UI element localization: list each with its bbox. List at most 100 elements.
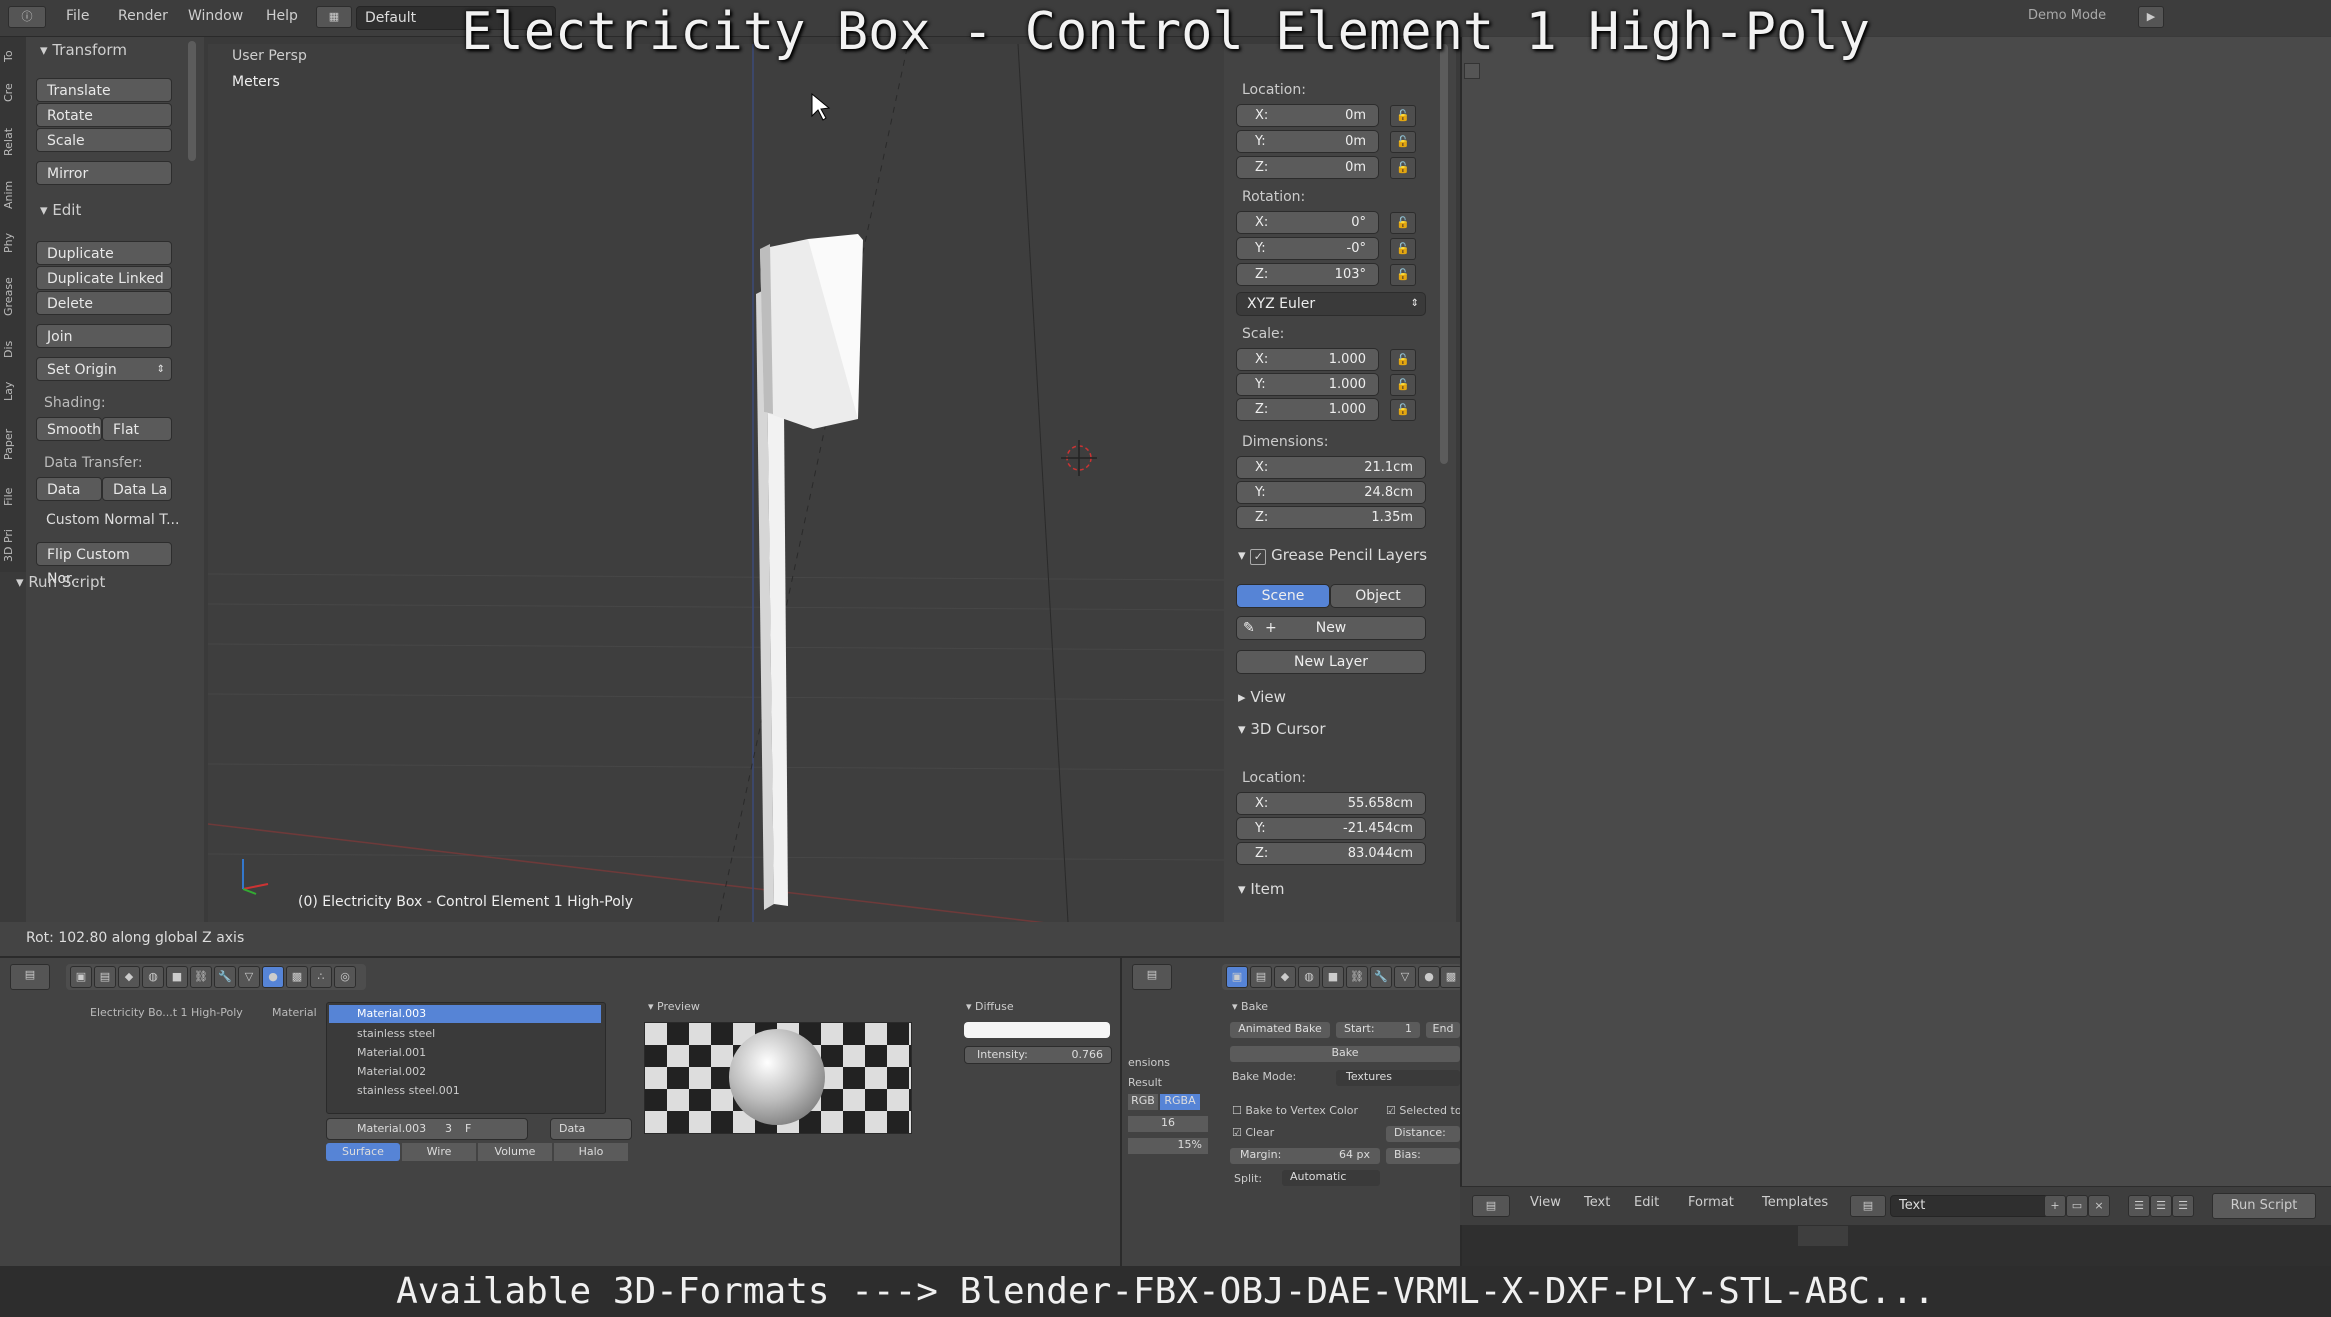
delete-button[interactable]: Delete bbox=[36, 291, 172, 315]
duplicate-linked-button[interactable]: Duplicate Linked bbox=[36, 266, 172, 290]
animated-bake-button[interactable]: Animated Bake bbox=[1230, 1022, 1330, 1038]
flip-custom-normals-button[interactable]: Flip Custom Nor... bbox=[36, 542, 172, 587]
scene-icon[interactable]: ◆ bbox=[1274, 966, 1296, 988]
scale-z-field[interactable]: Z: 1.000 bbox=[1236, 398, 1379, 421]
run-script-button[interactable]: Run Script bbox=[2212, 1193, 2316, 1219]
data-layout-button[interactable]: Data La bbox=[102, 477, 172, 501]
rotation-mode-select[interactable]: XYZ Euler ⇕ bbox=[1236, 292, 1426, 316]
split-select[interactable]: Automatic bbox=[1282, 1170, 1380, 1186]
flat-button[interactable]: Flat bbox=[102, 417, 172, 441]
particles-icon[interactable]: ∴ bbox=[310, 966, 332, 988]
lock-icon[interactable]: 🔓 bbox=[1390, 131, 1416, 153]
custom-normal-button[interactable]: Custom Normal T... bbox=[46, 512, 179, 528]
checkbox-checked-icon[interactable]: ✓ bbox=[1250, 549, 1267, 565]
edit-panel-header[interactable]: ▾ Edit bbox=[40, 201, 81, 219]
menu-format[interactable]: Format bbox=[1688, 1195, 1734, 1210]
new-layer-button[interactable]: New Layer bbox=[1236, 650, 1426, 674]
world-icon[interactable]: ◍ bbox=[142, 966, 164, 988]
lock-icon[interactable]: 🔓 bbox=[1390, 157, 1416, 179]
diffuse-panel-header[interactable]: ▾ Diffuse bbox=[966, 1000, 1014, 1013]
modifiers-icon[interactable]: 🔧 bbox=[1370, 966, 1392, 988]
render-icon[interactable]: ▣ bbox=[70, 966, 92, 988]
compression-field[interactable]: 15% bbox=[1128, 1138, 1208, 1154]
color-depth-field[interactable]: 16 bbox=[1128, 1116, 1208, 1132]
data-icon[interactable]: ▽ bbox=[238, 966, 260, 988]
item-panel-header[interactable]: ▾ Item bbox=[1238, 880, 1284, 898]
list-item[interactable]: Material.001 bbox=[357, 1046, 426, 1059]
text-name-field[interactable]: Text bbox=[1890, 1195, 2060, 1217]
layers-icon[interactable]: ▤ bbox=[1250, 966, 1272, 988]
end-field[interactable]: End bbox=[1426, 1022, 1460, 1038]
tab-paper[interactable]: Paper bbox=[2, 415, 22, 473]
fake-user-toggle[interactable]: F bbox=[465, 1122, 471, 1135]
material-icon[interactable]: ● bbox=[1418, 966, 1440, 988]
editor-type-icon[interactable]: ▤ bbox=[10, 964, 50, 990]
bake-vertex-checkbox[interactable]: ☐ Bake to Vertex Color bbox=[1232, 1104, 1358, 1117]
lock-icon[interactable]: 🔓 bbox=[1390, 264, 1416, 286]
new-grease-pencil-button[interactable]: ✎ + New bbox=[1236, 616, 1426, 640]
set-origin-select[interactable]: Set Origin ⇕ bbox=[36, 357, 172, 381]
lock-icon[interactable]: 🔓 bbox=[1390, 399, 1416, 421]
tab-display[interactable]: Dis bbox=[2, 331, 22, 367]
distance-field[interactable]: Distance: bbox=[1386, 1126, 1460, 1142]
syntax-highlight-icon[interactable]: ☰ bbox=[2172, 1195, 2194, 1217]
join-button[interactable]: Join bbox=[36, 324, 172, 348]
list-item[interactable]: stainless steel.001 bbox=[357, 1084, 460, 1097]
mirror-button[interactable]: Mirror bbox=[36, 161, 172, 185]
render-icon[interactable]: ▣ bbox=[1226, 966, 1248, 988]
rgb-toggle[interactable]: RGB bbox=[1128, 1094, 1158, 1110]
cursor-z-field[interactable]: Z: 83.044cm bbox=[1236, 842, 1426, 865]
editor-type-icon[interactable]: ▤ bbox=[1472, 1195, 1510, 1217]
rotation-y-field[interactable]: Y: -0° bbox=[1236, 237, 1379, 260]
bias-field[interactable]: Bias: bbox=[1386, 1148, 1460, 1164]
scene-icon[interactable]: ◆ bbox=[118, 966, 140, 988]
lock-icon[interactable]: 🔓 bbox=[1390, 105, 1416, 127]
texture-icon[interactable]: ▩ bbox=[286, 966, 308, 988]
dimensions-x-field[interactable]: X: 21.1cm bbox=[1236, 456, 1426, 479]
constraints-icon[interactable]: ⛓ bbox=[1346, 966, 1368, 988]
scale-button[interactable]: Scale bbox=[36, 128, 172, 152]
run-script-panel-header[interactable]: ▾ Run Script bbox=[16, 573, 105, 591]
tab-layers[interactable]: Lay bbox=[2, 371, 22, 411]
add-text-icon[interactable]: + bbox=[2044, 1195, 2066, 1217]
bake-mode-select[interactable]: Textures bbox=[1336, 1070, 1460, 1086]
tab-physics[interactable]: Phy bbox=[2, 223, 22, 263]
material-slot-list[interactable]: Material.003 stainless steel Material.00… bbox=[326, 1002, 606, 1114]
location-y-field[interactable]: Y: 0m bbox=[1236, 130, 1379, 153]
bake-button[interactable]: Bake bbox=[1230, 1046, 1460, 1062]
location-x-field[interactable]: X: 0m bbox=[1236, 104, 1379, 127]
close-icon[interactable]: × bbox=[2088, 1195, 2110, 1217]
constraints-icon[interactable]: ⛓ bbox=[190, 966, 212, 988]
tab-halo[interactable]: Halo bbox=[554, 1143, 628, 1161]
tab-animation[interactable]: Anim bbox=[2, 171, 22, 219]
tab-wire[interactable]: Wire bbox=[402, 1143, 476, 1161]
tab-create[interactable]: Cre bbox=[2, 73, 22, 113]
modifiers-icon[interactable]: 🔧 bbox=[214, 966, 236, 988]
object-icon[interactable]: ■ bbox=[1322, 966, 1344, 988]
word-wrap-icon[interactable]: ☰ bbox=[2150, 1195, 2172, 1217]
tab-3d-print[interactable]: 3D Pri bbox=[2, 521, 22, 571]
rotate-button[interactable]: Rotate bbox=[36, 103, 172, 127]
smooth-button[interactable]: Smooth bbox=[36, 417, 102, 441]
object-toggle[interactable]: Object bbox=[1330, 584, 1426, 608]
lock-icon[interactable]: 🔓 bbox=[1390, 349, 1416, 371]
cursor-x-field[interactable]: X: 55.658cm bbox=[1236, 792, 1426, 815]
diffuse-color-swatch[interactable] bbox=[964, 1022, 1110, 1038]
list-item[interactable]: Material.002 bbox=[357, 1065, 426, 1078]
rotation-x-field[interactable]: X: 0° bbox=[1236, 211, 1379, 234]
data-transfer-button[interactable]: Data bbox=[36, 477, 102, 501]
line-numbers-icon[interactable]: ☰ bbox=[2128, 1195, 2150, 1217]
location-z-field[interactable]: Z: 0m bbox=[1236, 156, 1379, 179]
rgba-toggle[interactable]: RGBA bbox=[1160, 1094, 1200, 1110]
lock-icon[interactable]: 🔓 bbox=[1390, 212, 1416, 234]
list-item[interactable]: stainless steel bbox=[357, 1027, 435, 1040]
list-item[interactable]: Material.003 bbox=[329, 1005, 601, 1023]
start-field[interactable]: Start: 1 bbox=[1336, 1022, 1420, 1038]
menu-edit[interactable]: Edit bbox=[1634, 1195, 1659, 1210]
lock-icon[interactable]: 🔓 bbox=[1390, 374, 1416, 396]
material-name-field[interactable]: Material.003 3 F bbox=[326, 1118, 528, 1140]
texture-icon[interactable]: ▩ bbox=[1440, 966, 1462, 988]
menu-templates[interactable]: Templates bbox=[1762, 1195, 1828, 1210]
area-corner-icon[interactable] bbox=[1464, 63, 1480, 79]
editor-type-icon[interactable]: ▤ bbox=[1132, 964, 1172, 990]
